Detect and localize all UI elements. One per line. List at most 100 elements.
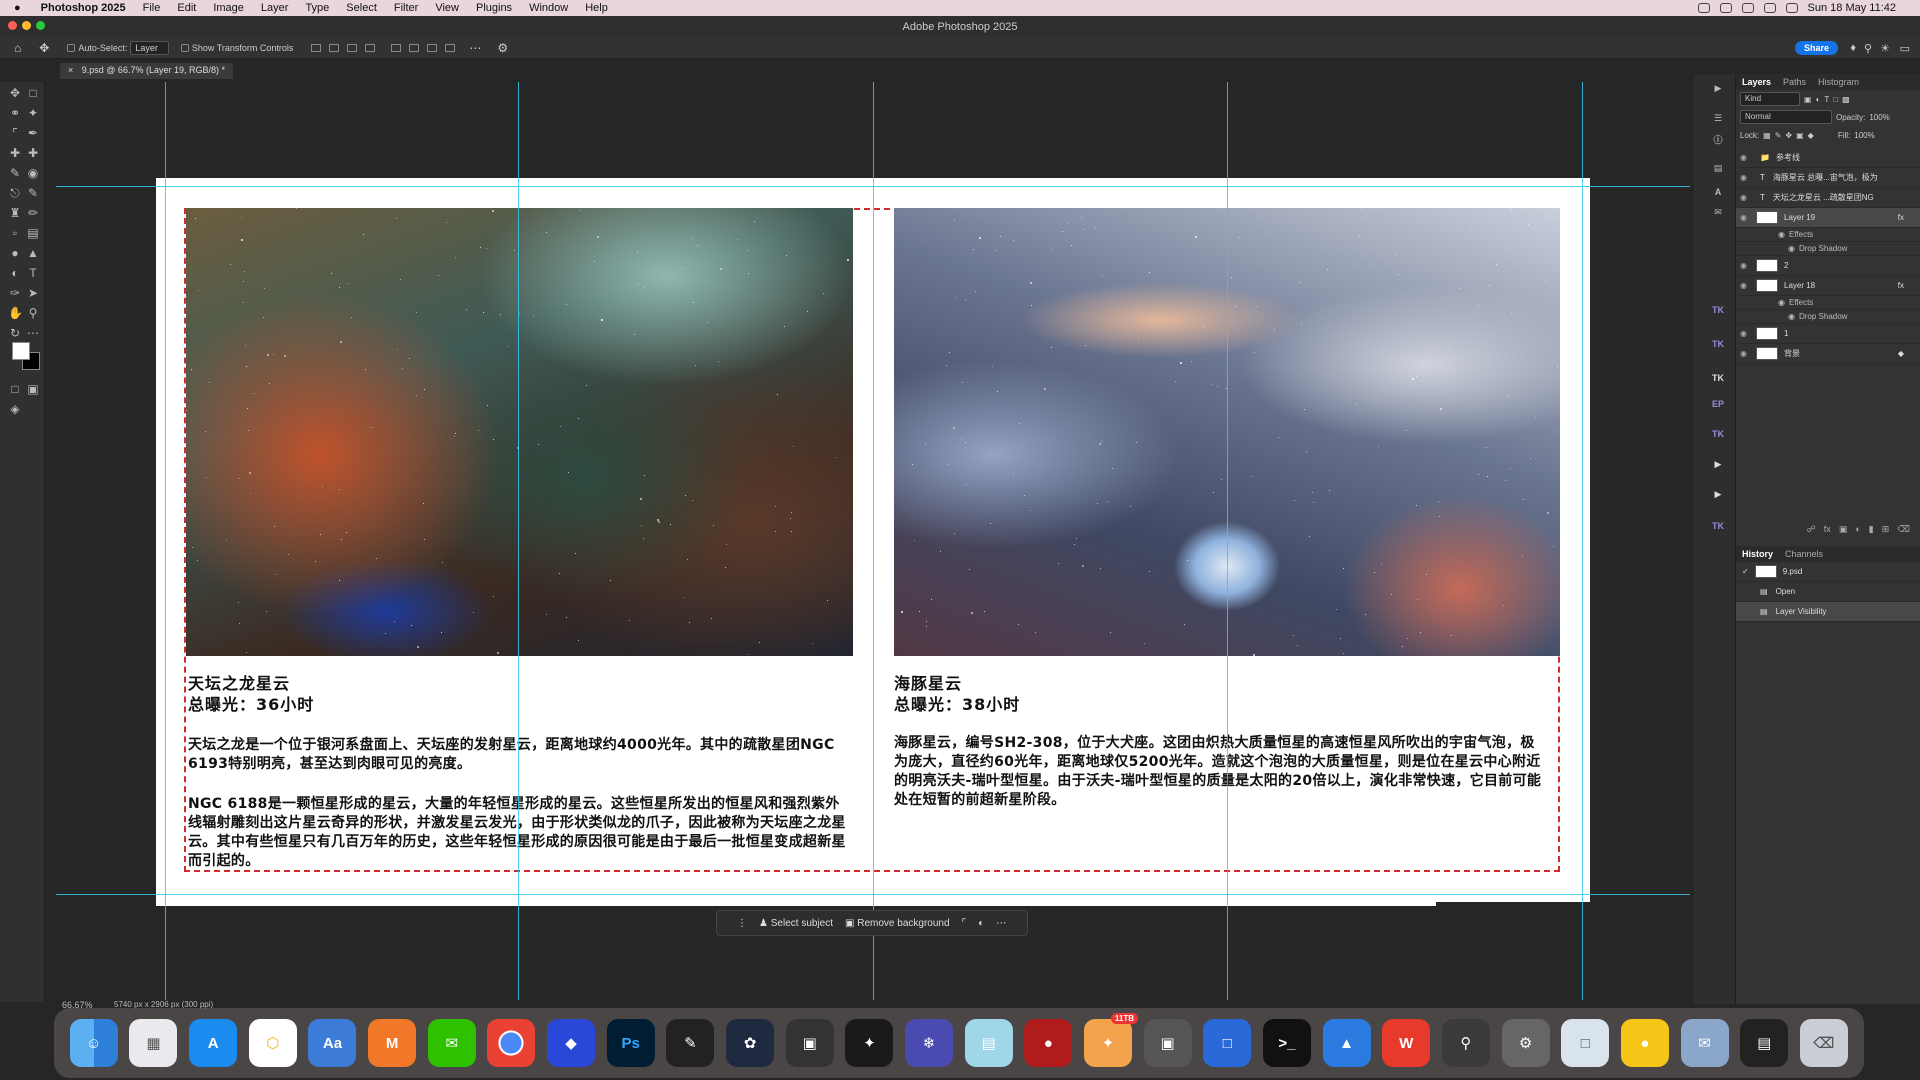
menu-type[interactable]: Type <box>305 2 329 14</box>
info-icon[interactable]: ⓘ <box>1710 132 1726 148</box>
eye-icon[interactable]: ◉ <box>1778 230 1785 239</box>
pencil-icon[interactable]: ✏ <box>26 206 40 220</box>
dock-finder-icon[interactable]: ☺ <box>69 1019 118 1067</box>
show-transform-checkbox[interactable] <box>180 44 189 52</box>
share-button[interactable]: Share <box>1794 41 1838 55</box>
history-state-selected[interactable]: ▤ Layer Visibility <box>1736 602 1920 622</box>
close-window-button[interactable] <box>8 21 17 30</box>
brightness-icon[interactable]: ☀ <box>1880 42 1890 55</box>
dock-photobooth-icon[interactable]: ● <box>1024 1019 1073 1067</box>
new-layer-icon[interactable]: ⊞ <box>1882 524 1890 538</box>
select-subject-button[interactable]: ♟ Select subject <box>759 918 833 929</box>
align-top-icon[interactable] <box>391 44 402 52</box>
guide-horizontal[interactable] <box>56 894 1690 895</box>
move-tool-icon[interactable]: ✥ <box>39 41 49 55</box>
dock-appstore-icon[interactable]: A <box>189 1019 238 1067</box>
fx-badge[interactable]: fx <box>1898 281 1904 290</box>
menu-select[interactable]: Select <box>346 2 377 14</box>
filter-adjust-icon[interactable]: ◐ <box>1816 95 1821 104</box>
blur-tool-icon[interactable]: ● <box>8 246 22 260</box>
wifi-icon[interactable] <box>1763 3 1776 13</box>
crop-tool-icon[interactable]: ⌜ <box>8 126 22 140</box>
menu-edit[interactable]: Edit <box>177 2 196 14</box>
lock-artboard-icon[interactable]: ▣ <box>1796 131 1804 140</box>
menu-plugins[interactable]: Plugins <box>476 2 512 14</box>
eraser-icon[interactable]: ▫ <box>8 226 22 240</box>
plugin-tk-icon[interactable]: TK <box>1710 370 1726 386</box>
dock-notes-icon[interactable]: ⬡ <box>248 1019 297 1067</box>
gradient-tool-icon[interactable]: ▤ <box>26 226 40 240</box>
minimize-window-button[interactable] <box>22 21 31 30</box>
menu-view[interactable]: View <box>435 2 459 14</box>
layer-row[interactable]: ◉ 📁 参考线 <box>1736 148 1920 168</box>
tab-history[interactable]: History <box>1742 549 1773 559</box>
move-tool-icon[interactable]: ✥ <box>8 86 22 100</box>
plugin-tk-mm-icon[interactable]: TK <box>1710 302 1726 318</box>
guide-vertical[interactable] <box>518 82 519 1000</box>
dock-chrome-icon[interactable] <box>487 1019 536 1067</box>
status-icon[interactable] <box>1697 3 1710 13</box>
patch-tool-icon[interactable]: ✚ <box>26 146 40 160</box>
plugin-play2-icon[interactable]: ▶ <box>1710 486 1726 502</box>
history-brush-icon[interactable]: ✎ <box>26 186 40 200</box>
clock[interactable]: Sun 18 May 11:42 <box>1808 2 1896 14</box>
menu-window[interactable]: Window <box>529 2 568 14</box>
effects-row[interactable]: ◉ Effects <box>1736 296 1920 310</box>
drag-handle-icon[interactable]: ⋮ <box>737 918 747 929</box>
rotate-view-icon[interactable]: ↻ <box>8 326 22 340</box>
status-icon[interactable] <box>1741 3 1754 13</box>
comments-icon[interactable]: ✉ <box>1710 204 1726 220</box>
dock-files-icon[interactable]: ▤ <box>964 1019 1013 1067</box>
eye-icon[interactable]: ◉ <box>1740 173 1750 182</box>
align-left-icon[interactable] <box>311 44 322 52</box>
eye-icon[interactable]: ◉ <box>1740 329 1750 338</box>
dock-dictionary-icon[interactable]: Aa <box>308 1019 357 1067</box>
link-layers-icon[interactable]: ☍ <box>1807 524 1816 538</box>
layer-kind-filter[interactable]: Kind <box>1740 92 1800 106</box>
eye-icon[interactable]: ◉ <box>1740 153 1750 162</box>
filter-type-icon[interactable]: T <box>1824 95 1829 104</box>
history-snapshot[interactable]: ✓ 9.psd <box>1736 562 1920 582</box>
layer-row[interactable]: ◉ 背景 ◆ <box>1736 344 1920 364</box>
guide-vertical[interactable] <box>1227 82 1228 1000</box>
dock-mail-icon[interactable]: ✉ <box>1680 1019 1729 1067</box>
guide-vertical[interactable] <box>873 82 874 1000</box>
drop-shadow-row[interactable]: ◉ Drop Shadow <box>1736 310 1920 324</box>
more-icon[interactable]: ⋯ <box>996 918 1006 929</box>
close-tab-icon[interactable]: × <box>68 65 73 75</box>
adjustment-layer-icon[interactable]: ◐ <box>1855 524 1860 538</box>
auto-select-dropdown[interactable]: Layer <box>130 41 169 55</box>
lock-all-icon[interactable]: ◆ <box>1808 131 1814 140</box>
filter-smart-icon[interactable]: ▩ <box>1842 95 1850 104</box>
plugin-tk-co-icon[interactable]: TK <box>1710 336 1726 352</box>
blend-mode-dropdown[interactable]: Normal <box>1740 110 1832 124</box>
dock-terminal-icon[interactable]: >_ <box>1262 1019 1311 1067</box>
guide-vertical[interactable] <box>165 82 166 1000</box>
stamp-tool-icon[interactable]: ♜ <box>8 206 22 220</box>
eye-icon[interactable]: ◉ <box>1740 349 1750 358</box>
auto-select-checkbox[interactable] <box>67 44 76 52</box>
dock-screenshot-icon[interactable]: ▣ <box>1143 1019 1192 1067</box>
zoom-window-button[interactable] <box>36 21 45 30</box>
effects-row[interactable]: ◉ Effects <box>1736 228 1920 242</box>
lock-paint-icon[interactable]: ✎ <box>1775 131 1782 140</box>
fill-value[interactable]: 100% <box>1854 131 1874 140</box>
eye-icon[interactable]: ◉ <box>1740 213 1750 222</box>
marquee-tool-icon[interactable]: □ <box>26 86 40 100</box>
dock-vector-icon[interactable]: ◆ <box>547 1019 596 1067</box>
pen-tool-icon[interactable]: ✑ <box>8 286 22 300</box>
character-icon[interactable]: A <box>1710 184 1726 200</box>
dock-settings-icon[interactable]: ⚙ <box>1501 1019 1550 1067</box>
hand-tool-icon[interactable]: ✋ <box>8 306 23 320</box>
nebula-image-left[interactable] <box>186 208 853 656</box>
guide-horizontal[interactable] <box>56 186 1690 187</box>
distribute-icon[interactable] <box>365 44 376 52</box>
zoom-tool-icon[interactable]: ⚲ <box>26 306 40 320</box>
dodge-tool-icon[interactable]: ◐ <box>8 266 22 280</box>
lasso-tool-icon[interactable]: ⚭ <box>8 106 22 120</box>
plugin-tk-cx-icon[interactable]: TK <box>1710 518 1726 534</box>
search-icon[interactable]: ⚲ <box>1864 42 1872 55</box>
layer-row[interactable]: ◉ 1 <box>1736 324 1920 344</box>
layer-row[interactable]: ◉ T 天坛之龙星云 ...疏散星团NG <box>1736 188 1920 208</box>
delete-layer-icon[interactable]: ⌫ <box>1897 524 1910 538</box>
